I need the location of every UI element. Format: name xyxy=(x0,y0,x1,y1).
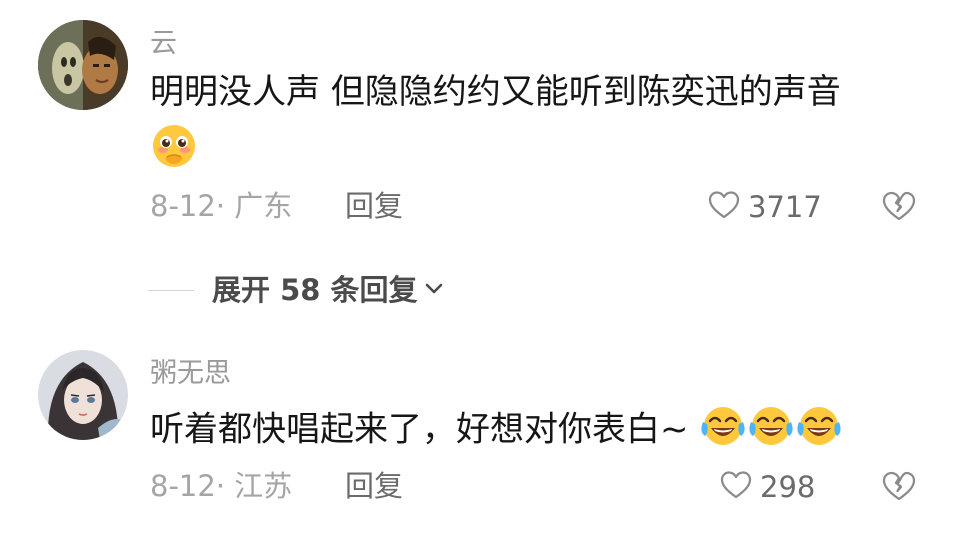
crying-laughing-emoji xyxy=(747,404,795,458)
comment-text-content: 听着都快唱起来了，好想对你表白~ xyxy=(150,409,689,450)
comment-text: 明明没人声 但隐隐约约又能听到陈奕迅的声音 xyxy=(150,72,841,113)
comment-text-content: 明明没人声 但隐隐约约又能听到陈奕迅的声音 xyxy=(150,72,841,112)
comment-item: 云 明明没人声 但隐隐约约又能听到陈奕迅的声音 8-12· 广东 回复 3717 xyxy=(0,0,960,240)
comment-emoji-line xyxy=(150,122,198,180)
like-button[interactable]: 3717 xyxy=(708,190,822,225)
broken-heart-icon xyxy=(882,471,916,506)
crying-laughing-emoji xyxy=(699,404,747,458)
shy-face-emoji xyxy=(150,122,198,180)
expand-replies-label: 展开 58 条回复 xyxy=(212,273,418,307)
like-count: 3717 xyxy=(748,190,822,224)
reply-button[interactable]: 回复 xyxy=(345,192,403,221)
comment-item: 粥无思 听着都快唱起来了，好想对你表白~ 8-12· 江苏 回复 298 xyxy=(0,340,960,535)
expand-replies-button[interactable]: 展开 58 条回复 xyxy=(212,276,446,305)
avatar[interactable] xyxy=(38,20,128,110)
comment-location: · 广东 xyxy=(215,189,293,223)
broken-heart-icon xyxy=(882,191,916,226)
comment-meta: 8-12· 江苏 xyxy=(150,472,292,501)
comment-date: 8-12 xyxy=(150,189,216,223)
comment-text: 听着都快唱起来了，好想对你表白~ xyxy=(150,404,843,458)
dislike-button[interactable] xyxy=(882,470,916,506)
like-count: 298 xyxy=(760,470,816,504)
divider xyxy=(148,290,194,291)
comment-meta: 8-12· 广东 xyxy=(150,192,292,221)
reply-button[interactable]: 回复 xyxy=(345,472,403,501)
chevron-down-icon xyxy=(422,276,446,305)
username[interactable]: 云 xyxy=(150,30,177,57)
crying-laughing-emoji xyxy=(795,404,843,458)
dislike-button[interactable] xyxy=(882,190,916,226)
avatar[interactable] xyxy=(38,350,128,440)
expand-replies: 展开 58 条回复 xyxy=(148,276,446,305)
username[interactable]: 粥无思 xyxy=(150,360,231,387)
comment-date: 8-12 xyxy=(150,469,216,503)
heart-outline-icon xyxy=(720,470,752,505)
comment-location: · 江苏 xyxy=(215,469,293,503)
like-button[interactable]: 298 xyxy=(720,470,815,505)
heart-outline-icon xyxy=(708,190,740,225)
